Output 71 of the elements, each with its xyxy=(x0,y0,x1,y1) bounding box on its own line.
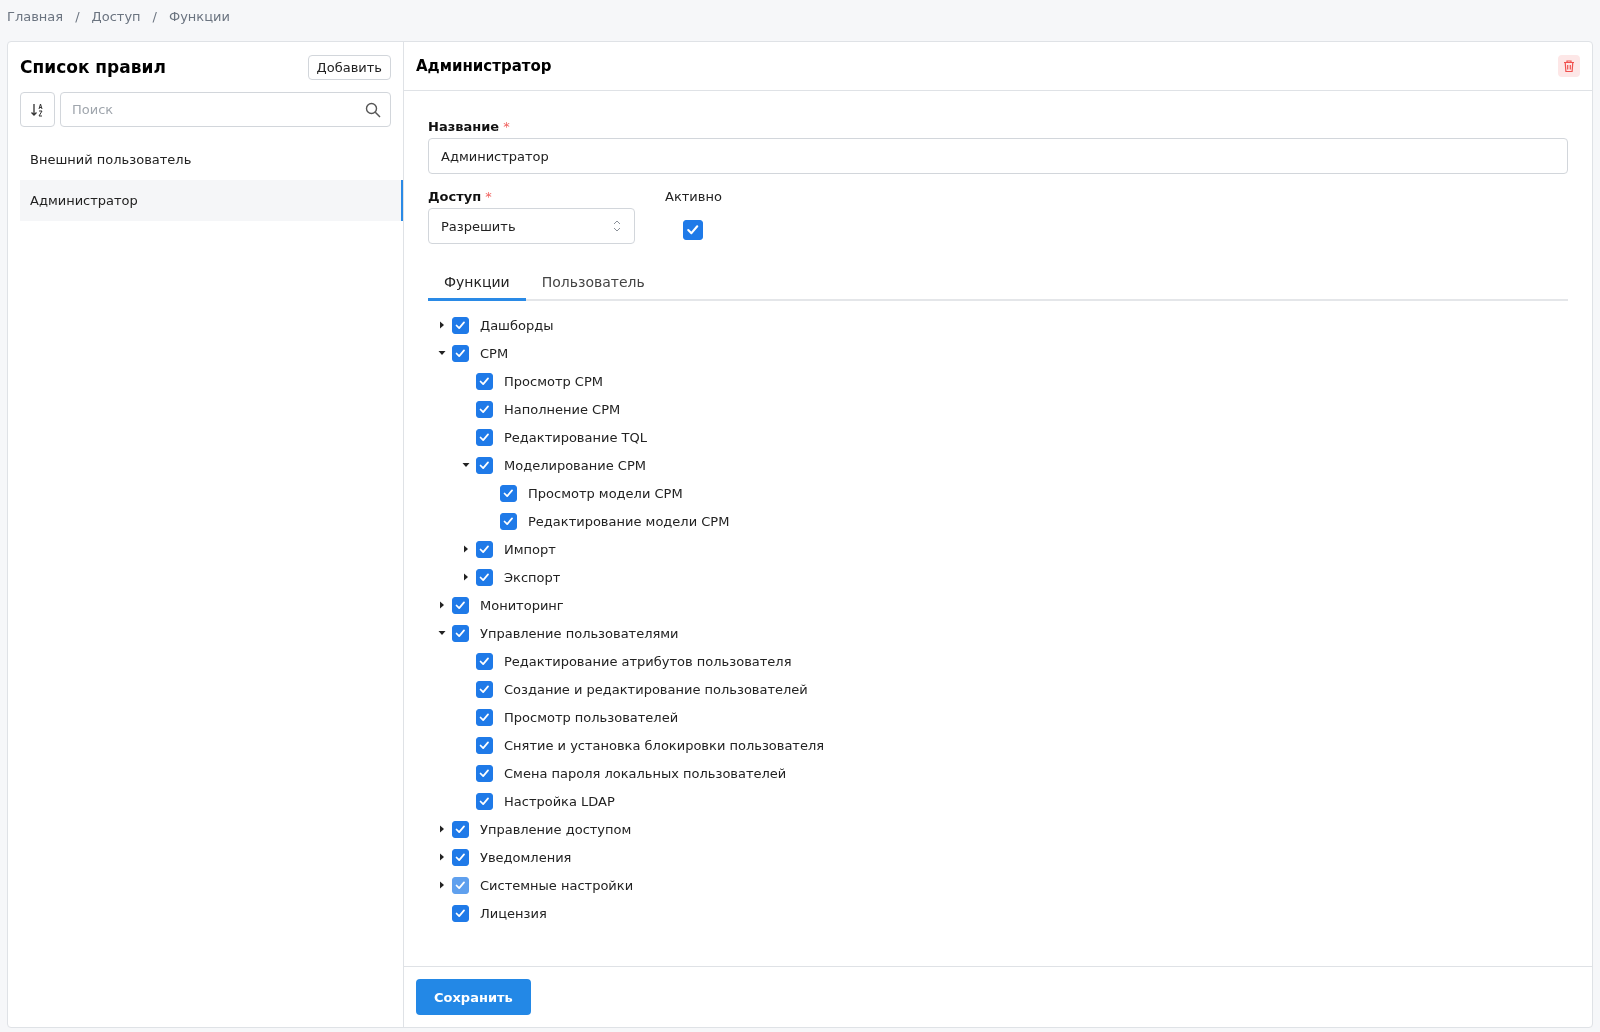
add-button[interactable]: Добавить xyxy=(307,54,391,80)
search-icon xyxy=(365,102,381,118)
field-label: Название xyxy=(428,119,500,134)
checkbox[interactable] xyxy=(499,484,517,502)
breadcrumb-separator: / xyxy=(152,8,157,26)
tree-item-label: Лицензия xyxy=(480,905,547,921)
tree-item-label: Просмотр СРМ xyxy=(504,373,603,389)
breadcrumb-separator: / xyxy=(75,8,80,26)
sort-icon xyxy=(29,101,46,118)
required-mark: * xyxy=(503,119,510,134)
tree-item-label: Импорт xyxy=(504,541,556,557)
tab[interactable]: Пользователь xyxy=(525,266,661,301)
checkbox[interactable] xyxy=(475,652,493,670)
tree-item-label: Моделирование СРМ xyxy=(504,457,646,473)
checkbox[interactable] xyxy=(475,372,493,390)
search-field[interactable]: Поиск xyxy=(60,92,391,127)
tree-item-label: Создание и редактирование пользователей xyxy=(504,681,808,697)
tree-item-label: Уведомления xyxy=(480,849,572,865)
checkbox[interactable] xyxy=(475,456,493,474)
checkbox[interactable] xyxy=(475,568,493,586)
checkbox[interactable] xyxy=(475,428,493,446)
tree-item-label: Просмотр модели СРМ xyxy=(528,485,683,501)
tree-item-label: Редактирование TQL xyxy=(504,429,647,445)
checkbox[interactable] xyxy=(451,848,469,866)
tree-item-label: Экспорт xyxy=(504,569,561,585)
checkbox[interactable] xyxy=(451,904,469,922)
breadcrumb-link[interactable]: Доступ xyxy=(91,8,141,26)
rule-list-item[interactable]: Администратор xyxy=(20,180,403,221)
access-select[interactable]: Разрешить xyxy=(428,208,635,244)
checkbox[interactable] xyxy=(475,680,493,698)
checkbox[interactable] xyxy=(475,708,493,726)
tree-item-label: Системные настройки xyxy=(480,877,634,893)
checkbox[interactable] xyxy=(451,820,469,838)
field-label: Доступ xyxy=(428,189,482,204)
rule-title: Администратор xyxy=(416,57,552,75)
tree-item-label: СРМ xyxy=(480,345,509,361)
checkbox[interactable] xyxy=(499,512,517,530)
sort-button[interactable] xyxy=(20,92,55,127)
checkbox[interactable] xyxy=(451,624,469,642)
checkbox[interactable] xyxy=(475,540,493,558)
trash-icon xyxy=(1562,59,1576,73)
checkbox[interactable] xyxy=(451,344,469,362)
tree-item-label: Просмотр пользователей xyxy=(504,709,679,725)
checkbox[interactable] xyxy=(475,400,493,418)
tree-item-label: Мониторинг xyxy=(480,597,564,613)
tree-item-label: Редактирование модели СРМ xyxy=(528,513,730,529)
breadcrumb-link[interactable]: Главная xyxy=(7,8,64,26)
chevron-updown-icon xyxy=(612,219,622,233)
tree-item-label: Смена пароля локальных пользователей xyxy=(504,765,787,781)
tree-item-label: Снятие и установка блокировки пользователя xyxy=(504,737,825,753)
tree-item-label: Управление доступом xyxy=(480,821,632,837)
tree-item-label: Управление пользователями xyxy=(480,625,679,641)
name-input[interactable]: Администратор xyxy=(428,138,1568,174)
checkbox[interactable] xyxy=(475,764,493,782)
panel-title: Список правил xyxy=(20,57,166,77)
delete-button[interactable] xyxy=(1558,55,1580,77)
tree-item-label: Наполнение СРМ xyxy=(504,401,621,417)
checkbox[interactable] xyxy=(475,792,493,810)
checkbox[interactable] xyxy=(475,736,493,754)
save-button[interactable]: Сохранить xyxy=(416,979,531,1015)
tree-item-label: Редактирование атрибутов пользователя xyxy=(504,653,792,669)
field-label: Активно xyxy=(665,189,722,204)
tree-item-label: Дашборды xyxy=(480,317,554,333)
checkbox[interactable] xyxy=(451,316,469,334)
breadcrumb-link[interactable]: Функции xyxy=(168,8,230,26)
required-mark: * xyxy=(485,189,492,204)
tab[interactable]: Функции xyxy=(428,266,526,301)
active-checkbox[interactable] xyxy=(683,220,704,240)
tree-item-label: Настройка LDAP xyxy=(504,793,615,809)
checkbox[interactable] xyxy=(451,596,469,614)
rule-list-item[interactable]: Внешний пользователь xyxy=(20,139,403,180)
